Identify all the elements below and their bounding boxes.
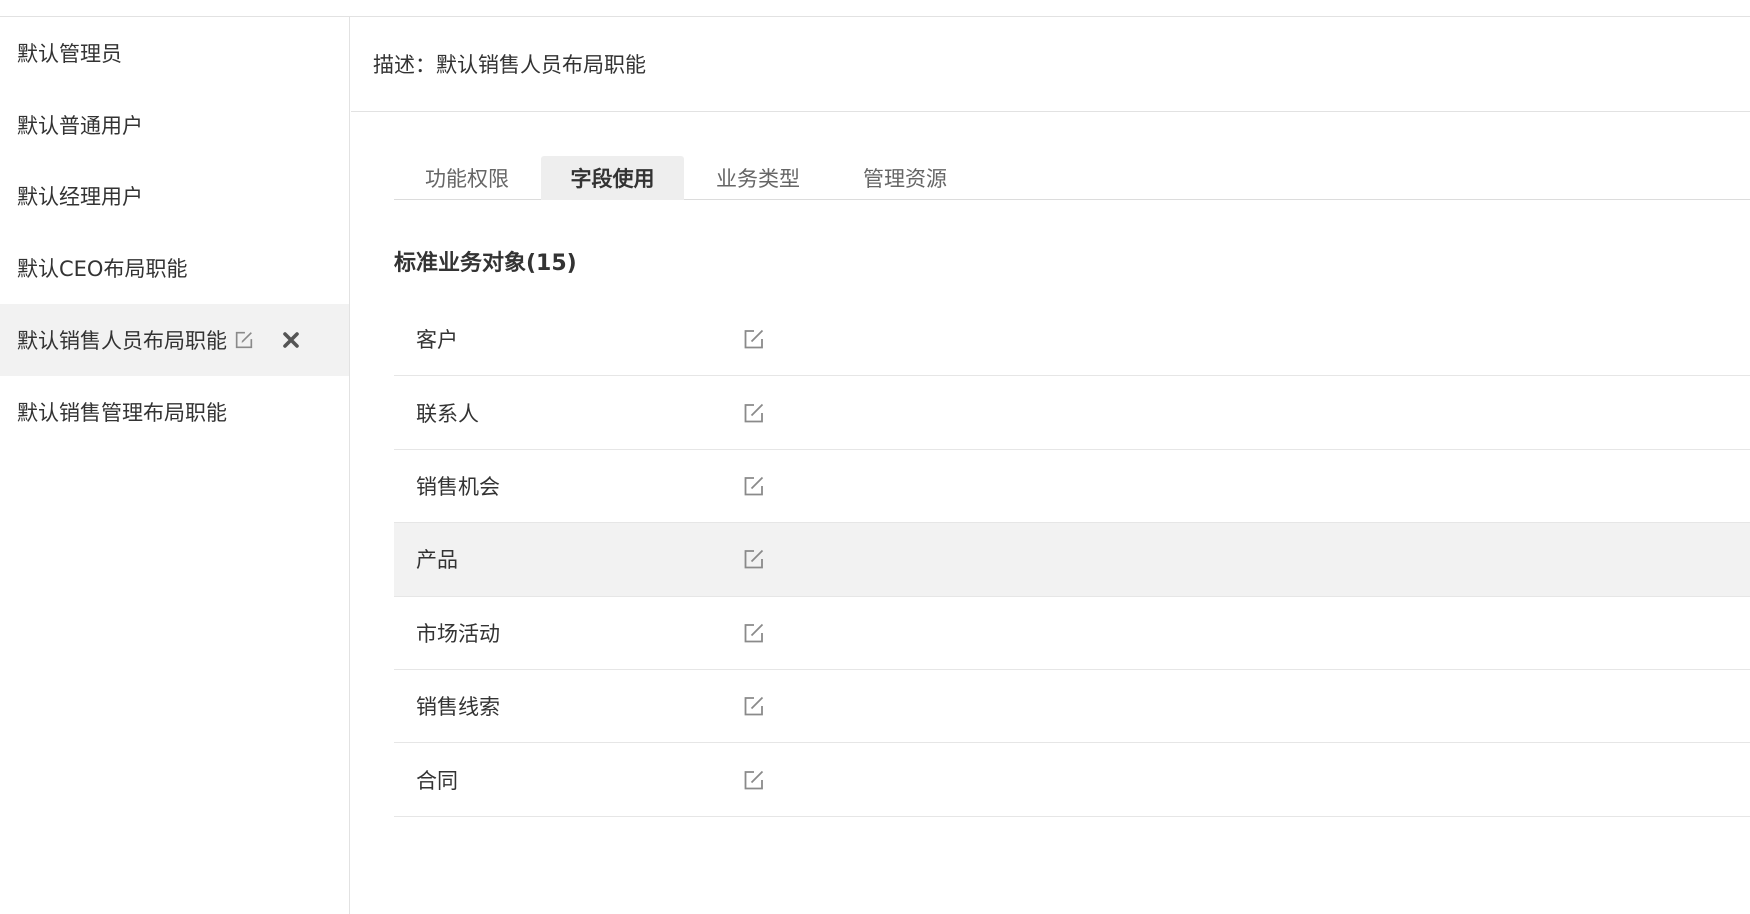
description-text: 描述：默认销售人员布局职能	[373, 53, 646, 77]
role-sidebar: 默认管理员 默认普通用户 默认经理用户 默认CEO布局职能 默认销售人员布局职能…	[0, 17, 350, 914]
tab-label: 字段使用	[570, 167, 655, 191]
edit-icon[interactable]	[742, 327, 766, 351]
tab-field-usage[interactable]: 字段使用	[541, 156, 684, 200]
list-item: 产品	[394, 523, 1750, 597]
object-name: 合同	[416, 768, 458, 793]
business-object-list: 客户 联系人 销售机会 产品 市场活动 销售线索 合同	[394, 303, 1750, 817]
permission-tabs: 功能权限 字段使用 业务类型 管理资源	[394, 156, 1750, 200]
list-item: 销售线索	[394, 670, 1750, 744]
sidebar-item-default-manager[interactable]: 默认经理用户	[0, 160, 349, 232]
object-name: 客户	[416, 328, 458, 353]
list-item: 市场活动	[394, 597, 1750, 670]
sidebar-item-label: 默认CEO布局职能	[17, 257, 188, 281]
tab-business-type[interactable]: 业务类型	[685, 156, 831, 200]
list-item: 销售机会	[394, 450, 1750, 524]
sidebar-item-label: 默认管理员	[17, 42, 122, 66]
tab-function-permissions[interactable]: 功能权限	[394, 156, 540, 200]
section-title: 标准业务对象(15)	[394, 251, 577, 276]
edit-icon[interactable]	[742, 547, 766, 571]
object-name: 产品	[416, 548, 458, 573]
tab-label: 业务类型	[716, 167, 800, 191]
sidebar-item-default-admin[interactable]: 默认管理员	[0, 17, 349, 89]
edit-icon[interactable]	[742, 401, 766, 425]
top-border	[0, 0, 1750, 17]
list-item: 合同	[394, 743, 1750, 817]
object-name: 销售机会	[416, 474, 500, 499]
sidebar-item-default-ceo[interactable]: 默认CEO布局职能	[0, 232, 349, 304]
edit-icon[interactable]	[742, 768, 766, 792]
close-icon[interactable]	[282, 331, 300, 349]
sidebar-item-label: 默认销售人员布局职能	[17, 329, 227, 353]
role-description: 描述：默认销售人员布局职能	[351, 17, 1750, 112]
list-item: 客户	[394, 303, 1750, 377]
object-name: 联系人	[416, 401, 479, 426]
sidebar-item-label: 默认经理用户	[17, 185, 143, 209]
object-name: 销售线索	[416, 695, 500, 720]
sidebar-item-default-sales-manager[interactable]: 默认销售管理布局职能	[0, 376, 349, 448]
edit-icon[interactable]	[742, 621, 766, 645]
sidebar-item-label: 默认销售管理布局职能	[17, 401, 227, 425]
edit-icon[interactable]	[742, 694, 766, 718]
sidebar-item-default-sales[interactable]: 默认销售人员布局职能	[0, 304, 349, 376]
tab-manage-resources[interactable]: 管理资源	[832, 156, 978, 200]
tab-label: 功能权限	[425, 167, 509, 191]
object-name: 市场活动	[416, 621, 500, 646]
sidebar-item-default-user[interactable]: 默认普通用户	[0, 89, 349, 161]
tab-label: 管理资源	[863, 167, 947, 191]
edit-icon[interactable]	[742, 474, 766, 498]
edit-icon[interactable]	[233, 329, 255, 351]
sidebar-item-label: 默认普通用户	[17, 114, 143, 138]
list-item: 联系人	[394, 376, 1750, 450]
